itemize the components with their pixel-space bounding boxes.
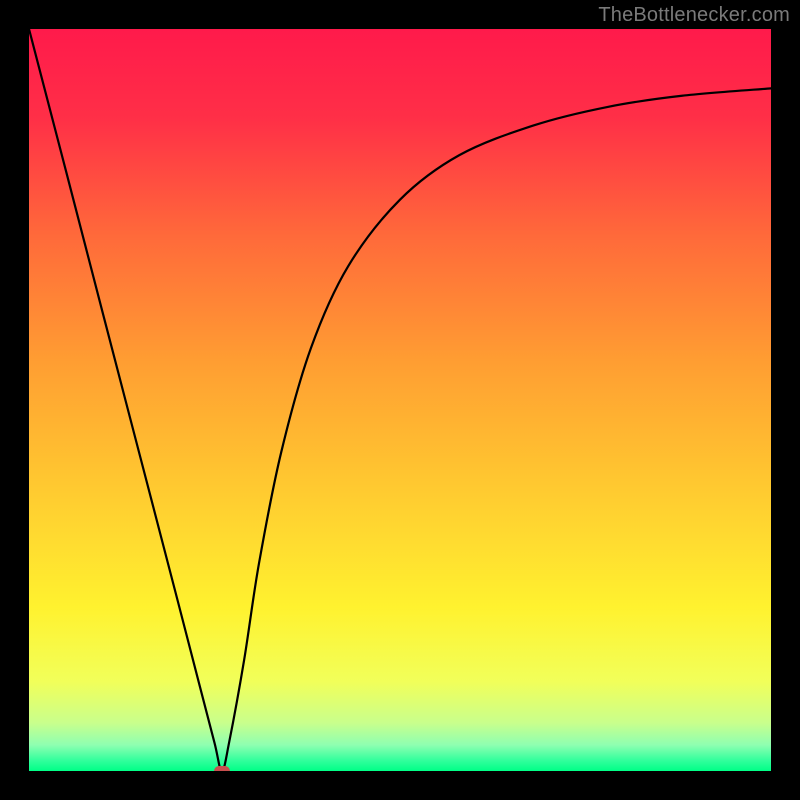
chart-frame: TheBottlenecker.com <box>0 0 800 800</box>
optimal-marker <box>214 766 230 771</box>
plot-area <box>29 29 771 771</box>
bottleneck-curve <box>29 29 771 771</box>
watermark-text: TheBottlenecker.com <box>598 4 790 27</box>
